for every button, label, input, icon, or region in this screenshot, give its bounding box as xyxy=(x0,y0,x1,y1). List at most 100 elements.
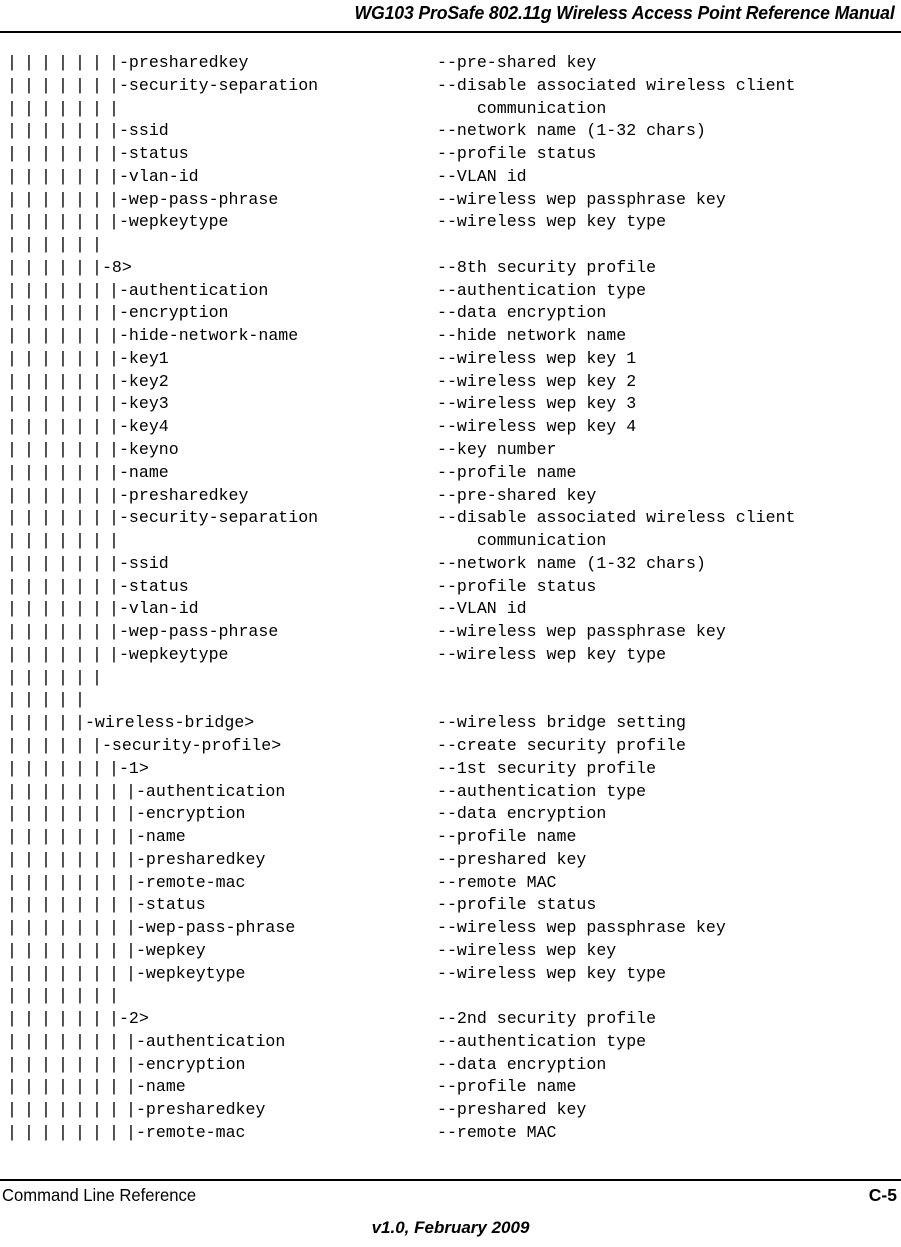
tree-indent-guide: | xyxy=(58,599,68,619)
tree-indent-guide: | xyxy=(24,758,34,778)
tree-indent-guide: | xyxy=(41,257,51,277)
tree-indent-guide: | xyxy=(75,1031,85,1051)
tree-indent-guide: | xyxy=(58,781,68,801)
tree-indent-guide: | xyxy=(75,212,85,232)
tree-description: --wireless wep passphrase key xyxy=(437,918,726,938)
tree-indent-guide: | xyxy=(41,758,51,778)
tree-node-label: |-key4 xyxy=(109,417,169,437)
tree-indent-guide: | xyxy=(58,371,68,391)
tree-description: --preshared key xyxy=(437,1100,587,1120)
page-header: WG103 ProSafe 802.11g Wireless Access Po… xyxy=(0,0,901,34)
tree-indent-guide: | xyxy=(7,622,17,642)
tree-indent-guide: | xyxy=(41,918,51,938)
tree-line: | | | | | | | |-name --profile name xyxy=(0,826,901,849)
tree-indent-guide: | xyxy=(24,485,34,505)
tree-node-label: |-security-separation xyxy=(109,75,319,95)
tree-indent-guide: | xyxy=(41,348,51,368)
tree-indent-guide: | xyxy=(24,144,34,164)
tree-description: --network name (1-32 chars) xyxy=(437,121,706,141)
tree-node-label: |-wepkeytype xyxy=(126,963,246,983)
tree-indent-guide: | xyxy=(92,781,102,801)
tree-indent-guide: | xyxy=(58,758,68,778)
tree-indent-guide: | xyxy=(92,872,102,892)
tree-indent-guide: | xyxy=(24,440,34,460)
tree-indent-guide: | xyxy=(41,963,51,983)
tree-indent-guide: | xyxy=(24,508,34,528)
tree-indent-guide: | xyxy=(75,417,85,437)
tree-node-label: |-wepkeytype xyxy=(109,644,229,664)
tree-indent-guide: | xyxy=(7,166,17,186)
tree-line: | | | | | | |-keyno --key number xyxy=(0,439,901,462)
tree-indent-guide: | xyxy=(7,144,17,164)
tree-indent-guide: | xyxy=(7,508,17,528)
tree-indent-guide: | xyxy=(7,804,17,824)
tree-line: | | | | | | |-wepkeytype --wireless wep key typ… xyxy=(0,644,901,667)
tree-indent-guide: | xyxy=(24,394,34,414)
tree-indent-guide: | xyxy=(75,189,85,209)
tree-description: --profile status xyxy=(437,144,597,164)
tree-node-label: |-remote-mac xyxy=(126,1122,246,1142)
tree-indent-guide: | xyxy=(24,872,34,892)
tree-indent-guide: | xyxy=(24,53,34,72)
tree-node-label: |-status xyxy=(109,144,189,164)
tree-indent-guide: | xyxy=(24,895,34,915)
tree-indent-guide: | xyxy=(75,986,85,1006)
tree-indent-guide: | xyxy=(7,1122,17,1142)
tree-indent-guide: | xyxy=(75,121,85,141)
tree-line: | | | | | | |-wep-pass-phrase --wireless wep pa… xyxy=(0,621,901,644)
tree-indent-guide: | xyxy=(75,735,85,755)
tree-indent-guide: | xyxy=(24,326,34,346)
tree-line: | | | | | | |-encryption --data encryption xyxy=(0,302,901,325)
tree-indent-guide: | xyxy=(58,348,68,368)
tree-indent-guide: | xyxy=(7,189,17,209)
tree-indent-guide: | xyxy=(58,462,68,482)
tree-indent-guide: | xyxy=(109,963,119,983)
tree-indent-guide: | xyxy=(41,53,51,72)
tree-indent-guide: | xyxy=(75,326,85,346)
tree-indent-guide: | xyxy=(41,713,51,733)
page-header-title: WG103 ProSafe 802.11g Wireless Access Po… xyxy=(354,2,895,23)
tree-indent-guide: | xyxy=(24,303,34,323)
tree-indent-guide: | xyxy=(7,713,17,733)
tree-node-label: |-8> xyxy=(92,257,132,277)
tree-indent-guide: | xyxy=(41,986,51,1006)
tree-indent-guide: | xyxy=(58,986,68,1006)
tree-indent-guide: | xyxy=(24,462,34,482)
tree-line: | | | | | | |-vlan-id --VLAN id xyxy=(0,598,901,621)
tree-indent-guide: | xyxy=(7,303,17,323)
tree-line: | | | | | | xyxy=(0,667,901,690)
tree-description: --preshared key xyxy=(437,849,587,869)
tree-indent-guide: | xyxy=(109,895,119,915)
tree-indent-guide: | xyxy=(24,986,34,1006)
tree-indent-guide: | xyxy=(75,144,85,164)
tree-indent-guide: | xyxy=(58,690,68,710)
tree-indent-guide: | xyxy=(75,781,85,801)
tree-node-label: |-presharedkey xyxy=(109,53,249,72)
tree-indent-guide: | xyxy=(7,758,17,778)
tree-indent-guide: | xyxy=(24,963,34,983)
tree-indent-guide: | xyxy=(41,121,51,141)
tree-description: --key number xyxy=(437,440,557,460)
tree-indent-guide: | xyxy=(7,98,17,118)
tree-node-label: |-encryption xyxy=(126,1054,246,1074)
tree-indent-guide: | xyxy=(75,348,85,368)
tree-indent-guide: | xyxy=(24,1009,34,1029)
tree-indent-guide: | xyxy=(92,986,102,1006)
tree-indent-guide: | xyxy=(75,1077,85,1097)
tree-indent-guide: | xyxy=(58,212,68,232)
tree-indent-guide: | xyxy=(109,1054,119,1074)
tree-description: --wireless wep key xyxy=(437,940,617,960)
tree-line: | | | | | | | |-presharedkey --preshared key xyxy=(0,1099,901,1122)
tree-indent-guide: | xyxy=(58,1122,68,1142)
tree-indent-guide: | xyxy=(58,576,68,596)
tree-description: --8th security profile xyxy=(437,257,657,277)
tree-indent-guide: | xyxy=(24,166,34,186)
tree-description: --profile status xyxy=(437,576,597,596)
tree-indent-guide: | xyxy=(7,531,17,551)
tree-description: --authentication type xyxy=(437,280,647,300)
tree-indent-guide: | xyxy=(58,53,68,72)
tree-indent-guide: | xyxy=(75,75,85,95)
tree-indent-guide: | xyxy=(92,963,102,983)
tree-description: --authentication type xyxy=(437,1031,647,1051)
tree-line: | | | | | | |-1> --1st security profile xyxy=(0,758,901,781)
